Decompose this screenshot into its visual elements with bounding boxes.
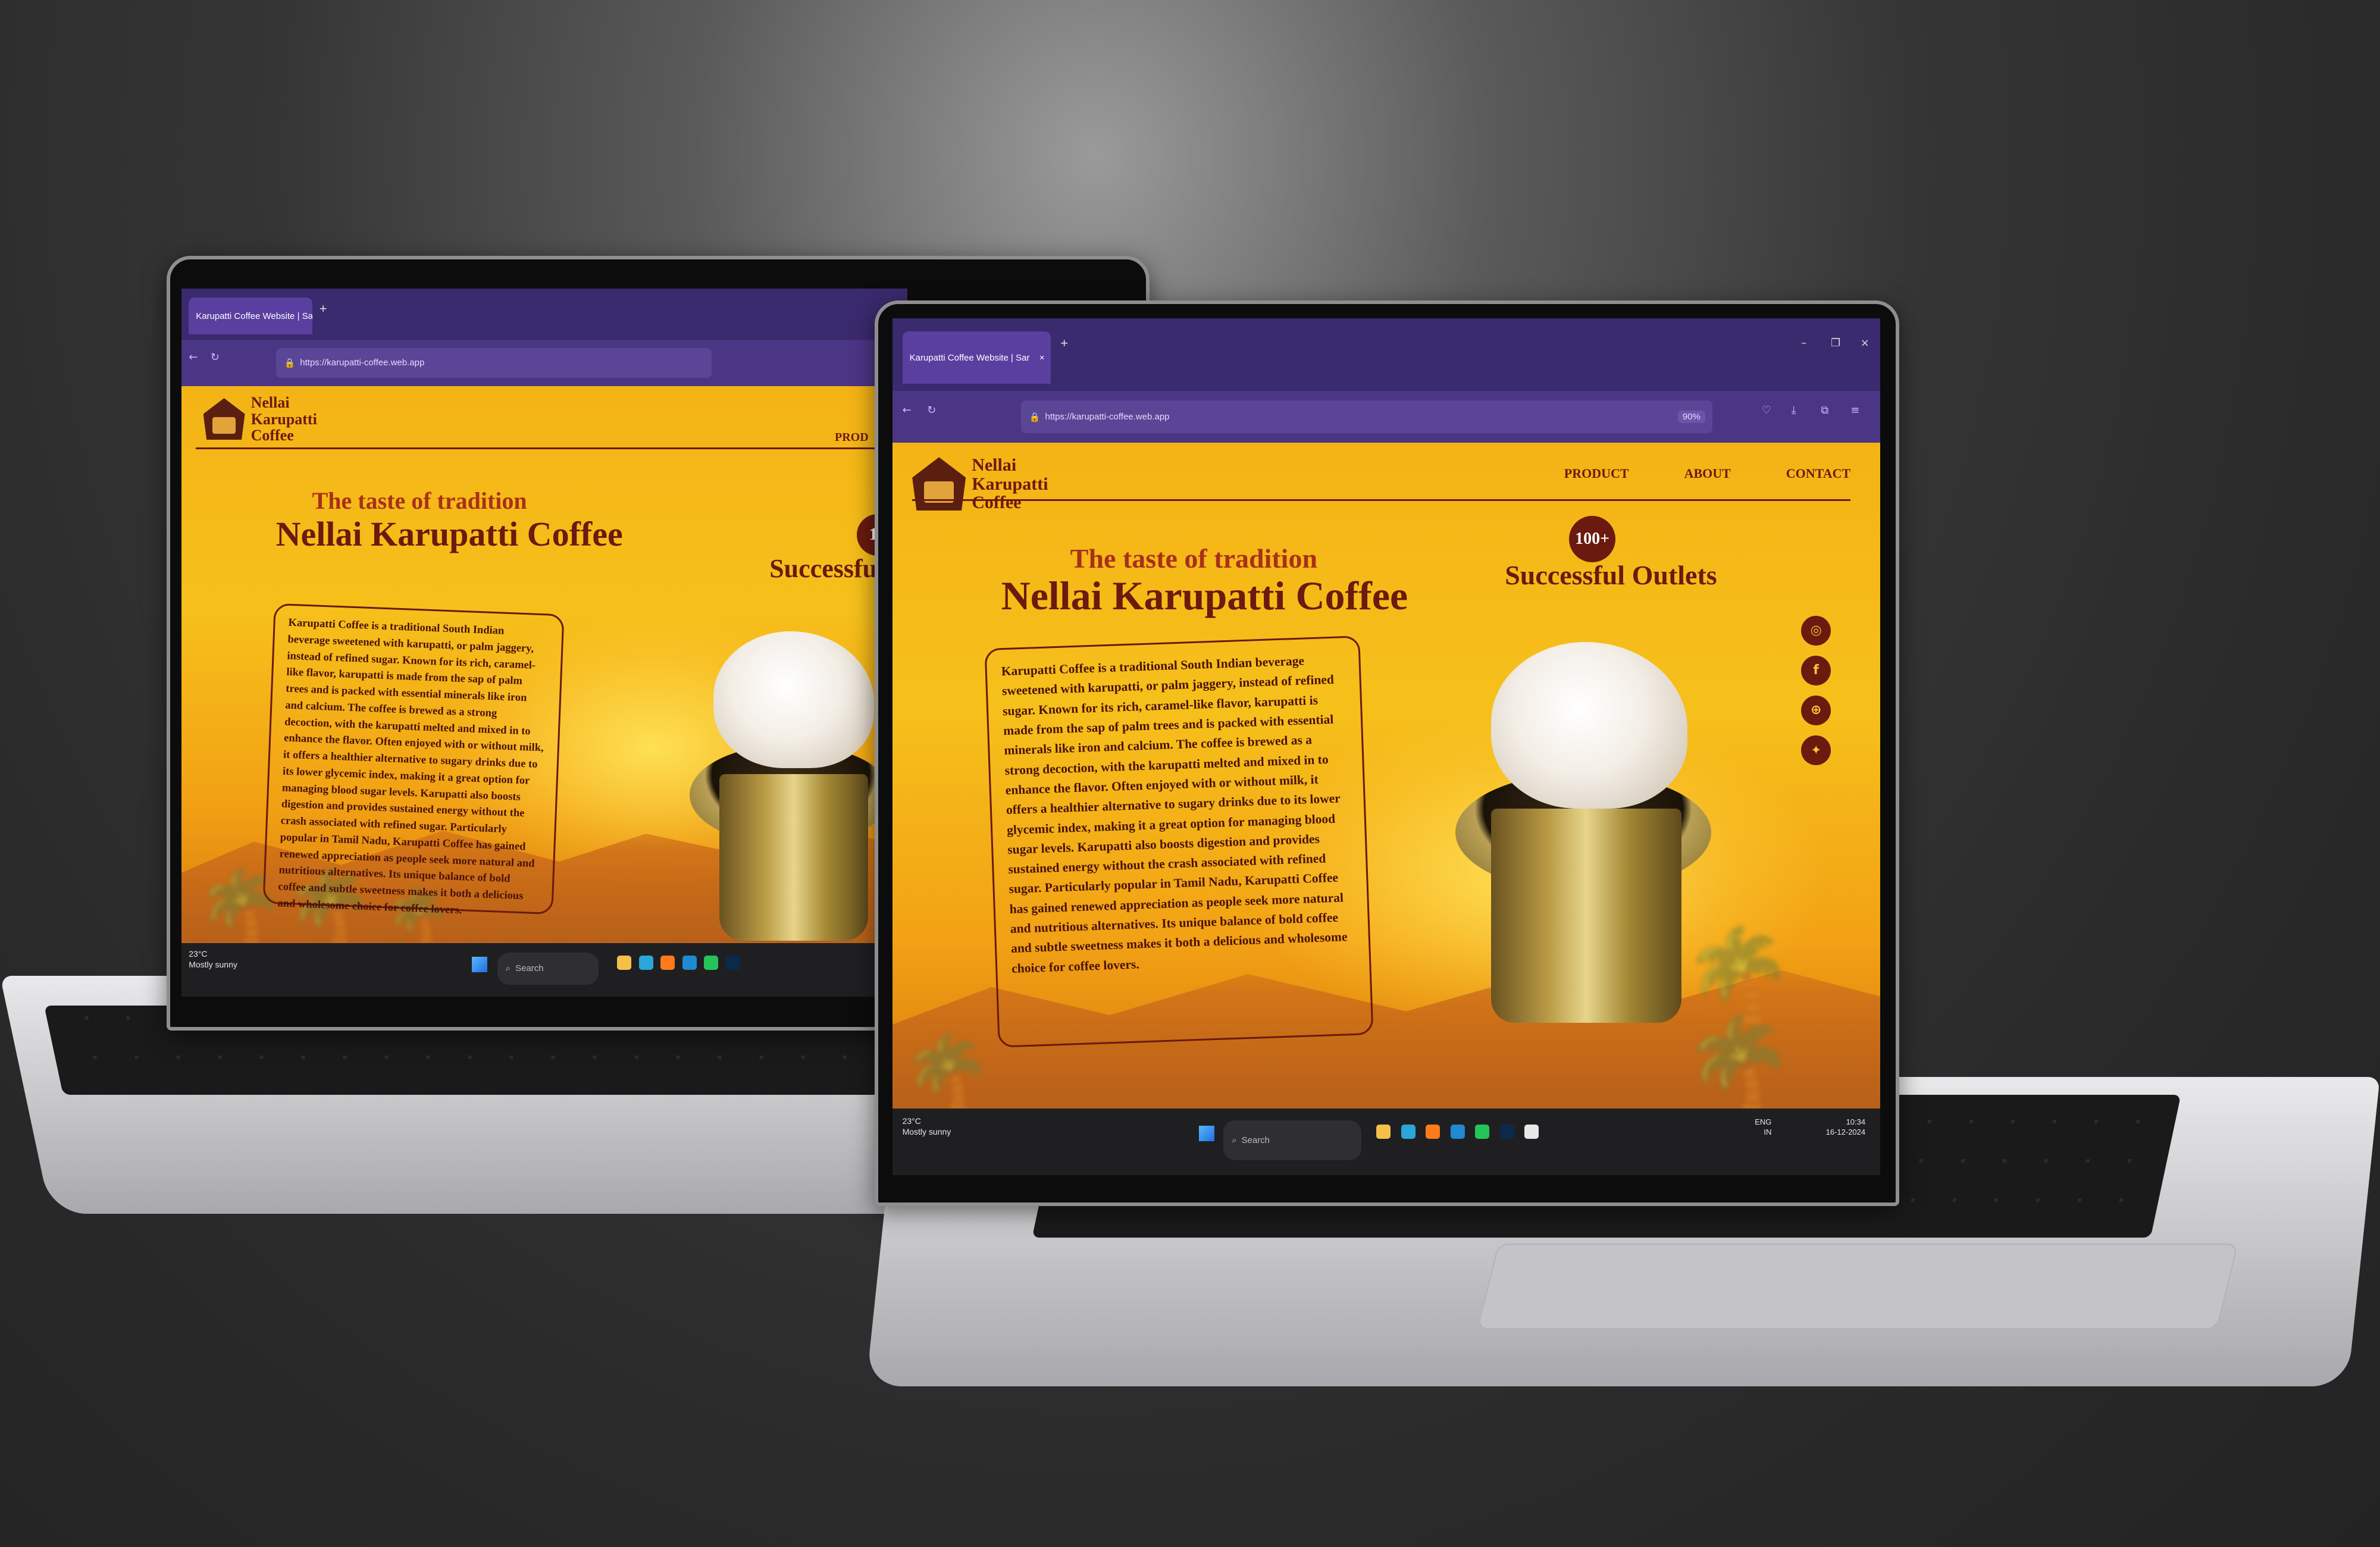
coffee-cup-image	[1455, 642, 1741, 1035]
back-icon[interactable]: ←	[903, 404, 912, 416]
vscode-icon[interactable]	[1450, 1124, 1465, 1139]
left-tab-bar: Karupatti Coffee Website | Sar × +	[181, 289, 907, 340]
tab-close-icon[interactable]: ×	[1039, 353, 1045, 363]
search-icon: ⌕	[1232, 1135, 1237, 1146]
system-clock[interactable]: 10:34 16-12-2024	[1826, 1117, 1866, 1137]
whatsapp-icon[interactable]	[1475, 1124, 1490, 1139]
twitter-icon[interactable]: ✦	[1801, 735, 1831, 766]
outlets-label: Successful Outlets	[1505, 559, 1717, 590]
outlets-badge: 100+	[1569, 515, 1616, 562]
browser-tab[interactable]: Karupatti Coffee Website | Sar ×	[189, 298, 312, 335]
left-keyboard	[44, 1006, 908, 1095]
nav-links: PRODUCT ABOUT CONTACT	[1564, 466, 1850, 481]
maximize-icon[interactable]: ❐	[1831, 337, 1840, 349]
firefox-icon[interactable]	[1426, 1124, 1440, 1139]
steel-tumbler	[719, 774, 868, 941]
lock-icon: 🔒	[1029, 412, 1041, 422]
tab-title: Karupatti Coffee Website | Sar	[196, 311, 312, 321]
left-nav-bar: ← ↻ 🔒 https://karupatti-coffee.web.app	[181, 339, 907, 387]
download-icon[interactable]: ⤓	[1792, 404, 1796, 416]
description-box: Karupatti Coffee is a traditional South …	[984, 635, 1374, 1048]
url-text: https://karupatti-coffee.web.app	[300, 358, 425, 368]
coffee-foam	[1491, 642, 1688, 809]
edge-icon[interactable]	[1401, 1124, 1416, 1139]
brand-title: Nellai Karupatti Coffee	[275, 515, 623, 554]
nav-contact[interactable]: CONTACT	[1786, 466, 1850, 481]
logo[interactable]: Nellai Karupatti Coffee	[203, 394, 317, 443]
palm-silhouettes: 🌴	[902, 1031, 992, 1114]
reload-icon[interactable]: ↻	[927, 404, 936, 416]
left-website: 🌴🌴 🌴 Nellai Karupatti Coffee PROD The ta…	[181, 386, 907, 943]
windows-start-icon[interactable]	[1198, 1125, 1214, 1141]
right-screen: Karupatti Coffee Website | Sar × + – ❐ ×…	[892, 318, 1880, 1175]
right-website: 🌴 🌴🌴 Nellai Karupatti Coffee PRODUCT ABO…	[892, 442, 1880, 1114]
url-text: https://karupatti-coffee.web.app	[1045, 412, 1170, 422]
browser-tab[interactable]: Karupatti Coffee Website | Sar ×	[902, 331, 1051, 384]
system-tray-lang[interactable]: ENG IN	[1755, 1117, 1771, 1137]
coffee-foam	[713, 631, 874, 768]
logo-text: Nellai Karupatti Coffee	[972, 455, 1048, 513]
photoshop-icon[interactable]	[1499, 1124, 1514, 1139]
minimize-icon[interactable]: –	[1801, 337, 1806, 349]
nav-product[interactable]: PROD	[835, 431, 869, 444]
tagline: The taste of tradition	[1070, 543, 1318, 574]
facebook-icon[interactable]: f	[1801, 655, 1831, 685]
url-bar[interactable]: 🔒 https://karupatti-coffee.web.app 90%	[1020, 400, 1712, 434]
pocket-icon[interactable]: ♡	[1762, 404, 1771, 416]
search-icon: ⌕	[505, 963, 511, 974]
left-laptop-base	[0, 976, 979, 1214]
lock-icon: 🔒	[284, 358, 296, 368]
whatsapp-icon[interactable]	[704, 956, 719, 970]
vscode-icon[interactable]	[682, 956, 697, 970]
tab-title: Karupatti Coffee Website | Sar	[909, 352, 1030, 363]
right-nav-bar: ← ↻ 🔒 https://karupatti-coffee.web.app 9…	[892, 391, 1880, 443]
menu-icon[interactable]: ≡	[1850, 404, 1859, 416]
weather-widget[interactable]: 23°C Mostly sunny	[189, 949, 237, 970]
left-screen: Karupatti Coffee Website | Sar × + ← ↻ 🔒…	[181, 289, 907, 997]
firefox-icon[interactable]	[660, 956, 675, 970]
coffee-cup-image	[690, 631, 904, 941]
windows-start-icon[interactable]	[472, 957, 487, 973]
right-tab-bar: Karupatti Coffee Website | Sar × + – ❐ ×	[892, 318, 1880, 392]
logo-mark	[203, 398, 245, 440]
file-explorer-icon[interactable]	[1376, 1124, 1391, 1139]
new-tab-button[interactable]: +	[1060, 336, 1068, 351]
nav-links: PROD	[835, 431, 869, 444]
new-tab-button[interactable]: +	[320, 301, 327, 317]
nav-about[interactable]: ABOUT	[1684, 466, 1731, 481]
url-bar[interactable]: 🔒 https://karupatti-coffee.web.app	[275, 347, 712, 378]
logo-text: Nellai Karupatti Coffee	[250, 394, 317, 444]
right-trackpad	[1477, 1244, 2238, 1329]
photoshop-icon[interactable]	[726, 956, 740, 970]
brand-title: Nellai Karupatti Coffee	[1001, 572, 1408, 618]
close-window-icon[interactable]: ×	[1861, 337, 1869, 349]
instagram-icon[interactable]: ◎	[1801, 615, 1831, 646]
logo-mark	[912, 457, 966, 511]
tagline: The taste of tradition	[312, 487, 527, 514]
globe-icon[interactable]: ⊕	[1801, 695, 1831, 725]
header-divider	[196, 447, 907, 450]
taskbar-search[interactable]: ⌕ Search	[1223, 1120, 1362, 1161]
edge-icon[interactable]	[638, 956, 653, 970]
zoom-level[interactable]: 90%	[1677, 411, 1705, 424]
right-taskbar: 23°C Mostly sunny ⌕ Search ENG IN 10:34 …	[892, 1108, 1880, 1175]
header-divider	[912, 499, 1851, 501]
description-text: Karupatti Coffee is a traditional South …	[1001, 653, 1348, 976]
reload-icon[interactable]: ↻	[211, 351, 220, 364]
steel-tumbler	[1491, 809, 1682, 1023]
weather-widget[interactable]: 23°C Mostly sunny	[903, 1116, 951, 1137]
outlets-label: Successfu	[769, 553, 878, 583]
extensions-icon[interactable]: ⧉	[1821, 404, 1828, 416]
taskbar-search[interactable]: ⌕ Search	[497, 952, 599, 985]
left-taskbar: 23°C Mostly sunny ⌕ Search	[181, 942, 907, 997]
description-text: Karupatti Coffee is a traditional South …	[277, 617, 544, 917]
back-icon[interactable]: ←	[189, 351, 198, 364]
description-box: Karupatti Coffee is a traditional South …	[262, 603, 565, 917]
file-explorer-icon[interactable]	[617, 956, 631, 970]
logo[interactable]: Nellai Karupatti Coffee	[912, 456, 1048, 512]
nav-product[interactable]: PRODUCT	[1564, 466, 1629, 481]
notes-icon[interactable]	[1524, 1124, 1539, 1139]
